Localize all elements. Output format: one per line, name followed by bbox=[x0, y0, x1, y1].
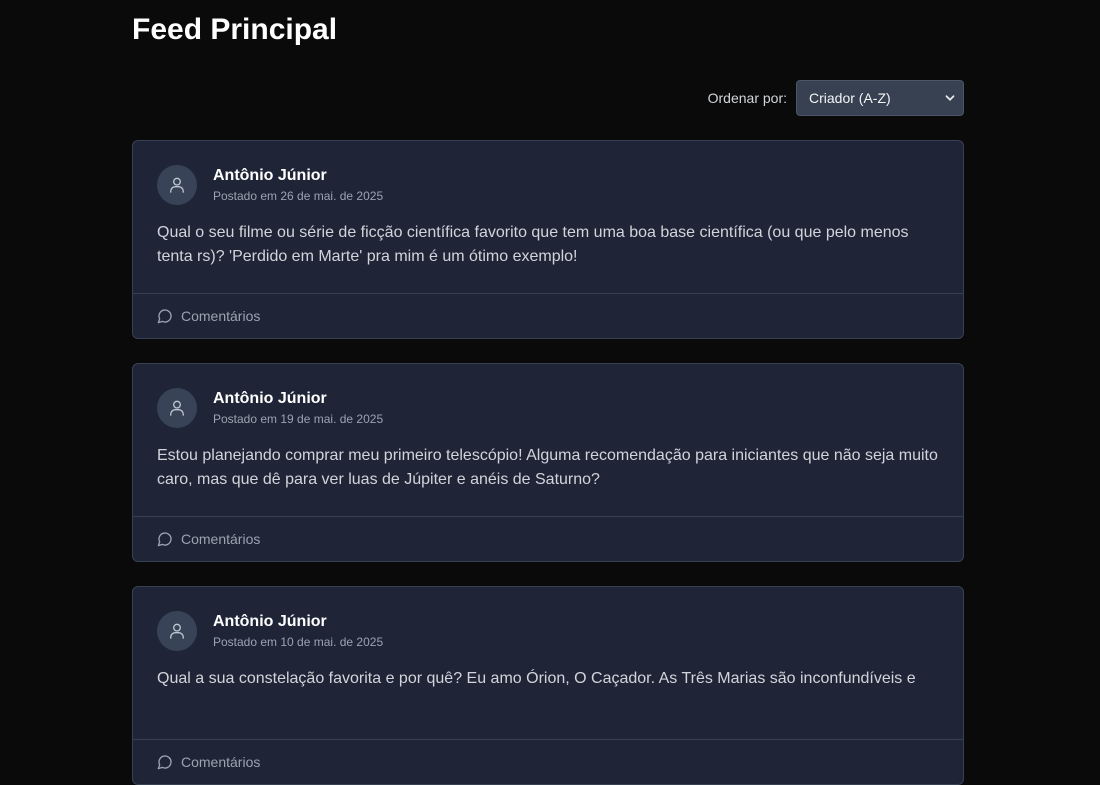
sort-selected-value: Criador (A-Z) bbox=[809, 90, 891, 106]
avatar bbox=[157, 611, 197, 651]
page-title: Feed Principal bbox=[132, 13, 338, 46]
comments-label: Comentários bbox=[181, 754, 261, 770]
avatar bbox=[157, 388, 197, 428]
post-date: Postado em 10 de mai. de 2025 bbox=[213, 635, 384, 649]
post-date: Postado em 19 de mai. de 2025 bbox=[213, 412, 384, 426]
post-author[interactable]: Antônio Júnior bbox=[213, 389, 383, 409]
post-footer: Comentários bbox=[133, 516, 963, 561]
sort-select[interactable]: Criador (A-Z) bbox=[796, 80, 964, 116]
post-content: Estou planejando comprar meu primeiro te… bbox=[157, 447, 938, 488]
comments-label: Comentários bbox=[181, 308, 261, 324]
avatar bbox=[157, 165, 197, 205]
chevron-down-icon bbox=[945, 93, 955, 103]
post-header: Antônio Júnior Postado em 10 de mai. de … bbox=[157, 611, 383, 651]
comments-label: Comentários bbox=[181, 531, 261, 547]
sort-label: Ordenar por: bbox=[707, 90, 787, 106]
post-footer: Comentários bbox=[133, 739, 963, 784]
comments-button[interactable]: Comentários bbox=[157, 308, 260, 324]
comment-icon bbox=[157, 309, 172, 324]
post-header: Antônio Júnior Postado em 26 de mai. de … bbox=[157, 165, 383, 205]
post-header: Antônio Júnior Postado em 19 de mai. de … bbox=[157, 388, 383, 428]
post-author[interactable]: Antônio Júnior bbox=[213, 612, 383, 632]
user-icon bbox=[170, 400, 184, 416]
post-author[interactable]: Antônio Júnior bbox=[213, 166, 383, 186]
post-content: Qual a sua constelação favorita e por qu… bbox=[157, 670, 916, 687]
sort-control: Ordenar por: Criador (A-Z) bbox=[708, 80, 964, 116]
comment-icon bbox=[157, 755, 172, 770]
post-card: Antônio Júnior Postado em 10 de mai. de … bbox=[132, 586, 964, 785]
post-card: Antônio Júnior Postado em 26 de mai. de … bbox=[132, 140, 964, 339]
post-card: Antônio Júnior Postado em 19 de mai. de … bbox=[132, 363, 964, 562]
post-content: Qual o seu filme ou série de ficção cien… bbox=[157, 224, 909, 265]
user-icon bbox=[170, 623, 184, 639]
comment-icon bbox=[157, 532, 172, 547]
post-date: Postado em 26 de mai. de 2025 bbox=[213, 189, 384, 203]
post-footer: Comentários bbox=[133, 293, 963, 338]
comments-button[interactable]: Comentários bbox=[157, 531, 260, 547]
comments-button[interactable]: Comentários bbox=[157, 754, 260, 770]
user-icon bbox=[170, 177, 184, 193]
